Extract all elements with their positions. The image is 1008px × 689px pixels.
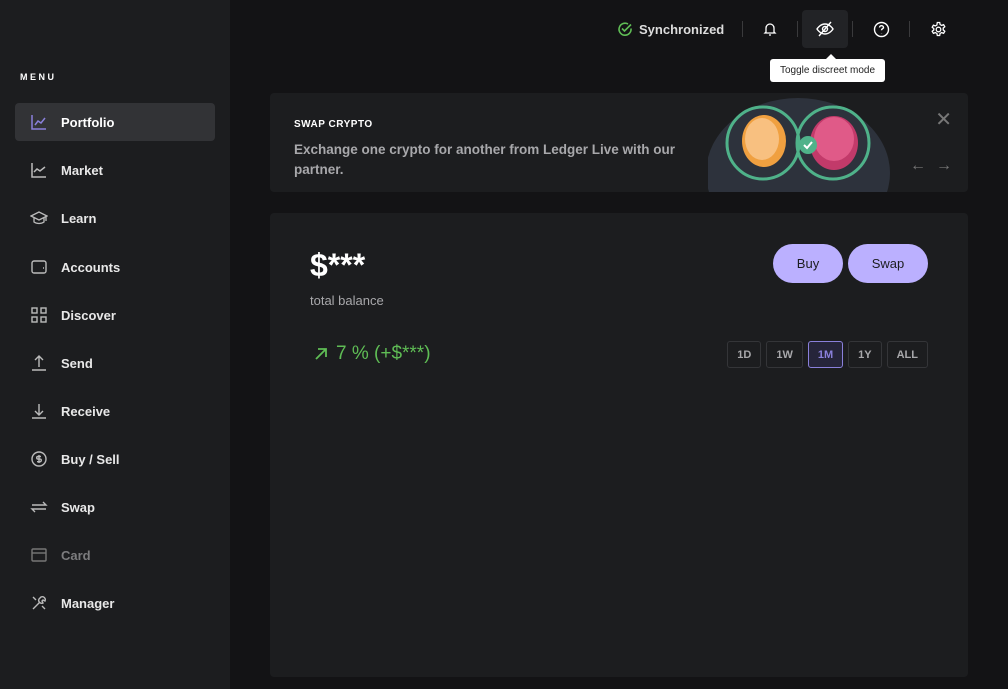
card-icon	[31, 548, 47, 562]
sidebar-item-send[interactable]: Send	[15, 344, 215, 382]
tooltip: Toggle discreet mode	[770, 54, 886, 82]
range-1w[interactable]: 1W	[766, 341, 803, 368]
sidebar-item-receive[interactable]: Receive	[15, 392, 215, 430]
discreet-mode-button[interactable]	[802, 10, 849, 48]
divider	[852, 21, 854, 37]
wallet-icon	[31, 260, 47, 274]
sidebar-item-label: Manager	[61, 595, 115, 611]
sidebar-item-market[interactable]: Market	[15, 151, 215, 189]
graduation-cap-icon	[30, 211, 48, 225]
range-all[interactable]: ALL	[886, 341, 928, 368]
buy-button[interactable]: Buy	[773, 244, 843, 283]
banner-text: Exchange one crypto for another from Led…	[294, 142, 676, 177]
sidebar: MENU Portfolio Market Learn Accounts Dis…	[0, 0, 230, 689]
arrow-up-icon	[32, 355, 46, 371]
sidebar-item-label: Buy / Sell	[61, 451, 120, 467]
sidebar-item-buy-sell[interactable]: Buy / Sell	[15, 440, 215, 478]
total-balance: $***	[310, 247, 366, 283]
sidebar-item-card: Card	[15, 536, 215, 574]
sidebar-item-discover[interactable]: Discover	[15, 296, 215, 334]
notifications-button[interactable]	[761, 10, 779, 48]
swap-button[interactable]: Swap	[848, 244, 928, 283]
help-button[interactable]	[871, 10, 891, 48]
gear-icon	[931, 21, 946, 36]
portfolio-card: $*** total balance Buy Swap 7 % (+$***) …	[270, 213, 968, 677]
swap-banner: SWAP CRYPTO Exchange one crypto for anot…	[270, 93, 968, 192]
sidebar-item-label: Discover	[61, 307, 116, 323]
sync-status: Synchronized	[617, 21, 724, 37]
sidebar-item-label: Send	[61, 355, 93, 371]
balance-label: total balance	[310, 293, 384, 308]
sidebar-item-label: Accounts	[61, 259, 121, 275]
balance-change-text: 7 % (+$***)	[336, 343, 431, 364]
arrow-right-icon[interactable]: →	[936, 157, 952, 175]
sidebar-item-label: Receive	[61, 403, 111, 419]
range-1y[interactable]: 1Y	[848, 341, 882, 368]
divider	[909, 21, 911, 37]
sync-status-text: Synchronized	[639, 21, 725, 37]
range-1d[interactable]: 1D	[727, 341, 762, 368]
arrow-left-icon[interactable]: ←	[910, 157, 926, 175]
market-icon	[31, 163, 46, 178]
tools-icon	[32, 596, 46, 610]
bell-icon	[763, 23, 777, 36]
swap-icon	[30, 501, 48, 513]
sidebar-item-label: Card	[61, 547, 91, 563]
divider	[742, 21, 744, 37]
range-1m[interactable]: 1M	[807, 341, 844, 368]
eye-off-icon	[816, 21, 835, 37]
chart-line-icon	[31, 115, 46, 130]
sidebar-item-label: Portfolio	[61, 114, 115, 130]
sidebar-item-label: Market	[61, 162, 103, 178]
sidebar-item-swap[interactable]: Swap	[15, 488, 215, 526]
sidebar-item-learn[interactable]: Learn	[15, 199, 215, 237]
close-icon[interactable]: ✕	[935, 107, 952, 132]
swap-illustration	[708, 98, 890, 192]
grid-icon	[31, 307, 47, 323]
arrow-down-icon	[32, 404, 46, 419]
sidebar-item-label: Learn	[61, 210, 97, 226]
dollar-circle-icon	[31, 451, 47, 467]
settings-button[interactable]	[928, 10, 948, 48]
arrow-up-right-icon	[315, 348, 327, 360]
balance-change: 7 % (+$***)	[314, 343, 431, 365]
help-icon	[873, 21, 889, 37]
banner-title: SWAP CRYPTO	[294, 119, 373, 130]
sidebar-item-manager[interactable]: Manager	[15, 584, 215, 622]
topbar: Synchronized	[600, 10, 948, 48]
sidebar-item-portfolio[interactable]: Portfolio	[15, 103, 215, 141]
range-selector: 1D 1W 1M 1Y ALL	[727, 341, 928, 368]
sidebar-item-label: Swap	[61, 499, 95, 515]
check-circle-icon	[618, 22, 632, 37]
divider	[797, 21, 799, 37]
menu-title: MENU	[20, 72, 57, 82]
sidebar-item-accounts[interactable]: Accounts	[15, 248, 215, 286]
